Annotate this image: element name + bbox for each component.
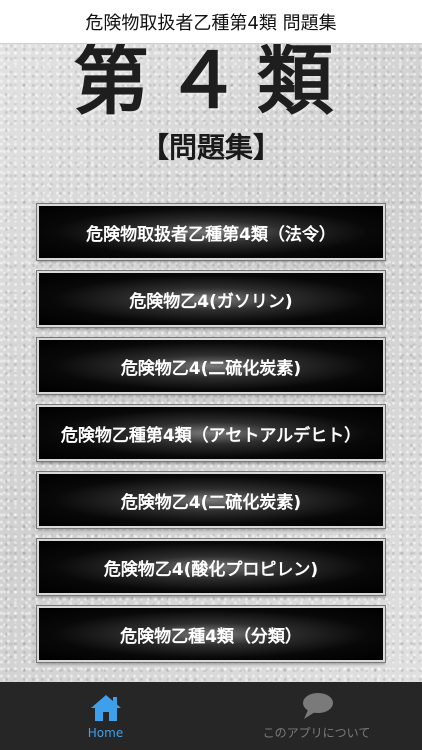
main-content: 第４類 【問題集】 危険物取扱者乙種第4類（法令） 危険物乙4(ガソリン) 危険…	[0, 44, 422, 682]
hero-subtitle: 【問題集】	[140, 131, 281, 164]
menu-button-houki[interactable]: 危険物取扱者乙種第4類（法令）	[36, 203, 386, 261]
app-title-bar: 危険物取扱者乙種第4類 問題集	[0, 0, 422, 44]
menu-button-classification[interactable]: 危険物乙種4類（分類）	[36, 605, 386, 663]
tab-about[interactable]: このアプリについて	[211, 682, 422, 750]
tab-home[interactable]: Home	[0, 682, 211, 750]
menu-button-label: 危険物乙4(酸化プロピレン)	[103, 559, 319, 580]
home-icon	[89, 693, 123, 723]
menu-button-label: 危険物乙種4類（分類）	[120, 626, 302, 647]
menu-button-label: 危険物乙4(ガソリン)	[129, 291, 293, 312]
speech-bubble-icon	[300, 691, 334, 721]
tab-home-label: Home	[87, 725, 124, 740]
menu-button-propylene-oxide[interactable]: 危険物乙4(酸化プロピレン)	[36, 538, 386, 596]
tab-about-label: このアプリについて	[262, 726, 371, 740]
bottom-tab-bar: Home このアプリについて	[0, 682, 422, 750]
menu-button-gasoline[interactable]: 危険物乙4(ガソリン)	[36, 270, 386, 328]
menu-button-acetaldehyde[interactable]: 危険物乙種第4類（アセトアルデヒト）	[36, 404, 386, 462]
menu-button-label: 危険物乙4(二硫化炭素)	[120, 358, 302, 379]
app-title: 危険物取扱者乙種第4類 問題集	[85, 12, 337, 34]
menu-button-label: 危険物取扱者乙種第4類（法令）	[86, 224, 336, 245]
menu-button-label: 危険物乙種第4類（アセトアルデヒト）	[60, 425, 362, 446]
menu-button-carbon-disulfide[interactable]: 危険物乙4(二硫化炭素)	[36, 337, 386, 395]
hero-title: 第４類	[73, 44, 349, 125]
menu-button-label: 危険物乙4(二硫化炭素)	[120, 492, 302, 513]
menu-button-carbon-disulfide-2[interactable]: 危険物乙4(二硫化炭素)	[36, 471, 386, 529]
